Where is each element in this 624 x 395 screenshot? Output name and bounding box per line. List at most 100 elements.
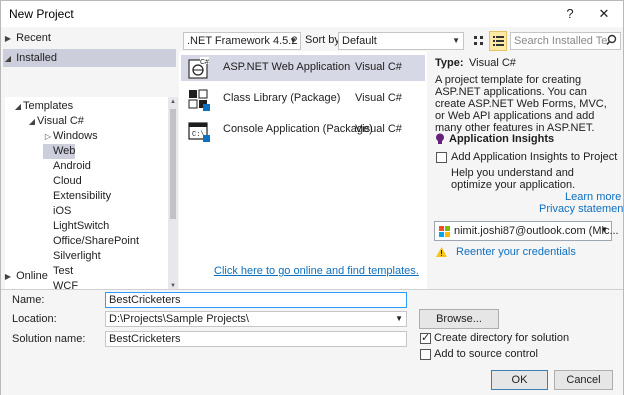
tree-item-label: Extensibility — [53, 190, 112, 202]
lightbulb-icon — [435, 133, 445, 148]
collapse-arrow-icon: ◢ — [4, 54, 12, 63]
tree-item-label: LightSwitch — [53, 220, 110, 232]
tree-item-label: Web — [53, 145, 76, 157]
search-icon[interactable] — [606, 33, 617, 52]
help-button[interactable]: ? — [559, 4, 581, 24]
template-item[interactable]: Class Library (Package) Visual C# — [181, 86, 425, 112]
tree-item-label: Cloud — [53, 175, 82, 187]
tree-item-label: Office/SharePoint — [53, 235, 140, 247]
solution-name-label: Solution name: — [12, 333, 86, 345]
list-view-icon[interactable] — [489, 31, 507, 51]
nav-installed[interactable]: ◢ Installed — [3, 49, 176, 67]
nav-installed-label: Installed — [16, 52, 58, 64]
template-name: Console Application (Package) — [223, 123, 373, 135]
tree-item-label: Windows — [53, 130, 98, 142]
chevron-down-icon: ▼ — [289, 36, 297, 45]
solution-name-input[interactable]: BestCricketers — [105, 331, 407, 347]
source-control-checkbox[interactable] — [420, 349, 431, 360]
template-description: A project template for creating ASP.NET … — [435, 74, 607, 134]
ok-button[interactable]: OK — [491, 370, 548, 390]
template-language: Visual C# — [355, 92, 402, 104]
sort-dropdown[interactable]: Default ▼ — [338, 32, 464, 50]
collapse-arrow-icon[interactable]: ◢ — [13, 99, 23, 114]
tree-item[interactable]: Silverlight — [43, 249, 101, 264]
source-control-label: Add to source control — [434, 348, 538, 360]
framework-value: .NET Framework 4.5.2 — [187, 35, 298, 47]
tree-item[interactable]: Office/SharePoint — [43, 234, 139, 249]
nav-recent[interactable]: ▶ Recent — [3, 29, 176, 47]
privacy-statement-link[interactable]: Privacy statement — [539, 203, 624, 215]
tree-item-label: Visual C# — [37, 115, 84, 127]
collapse-arrow-icon[interactable]: ◢ — [27, 114, 37, 129]
new-project-dialog: New Project ? ✕ ▶ Recent ◢ Installed ◢ Te… — [0, 0, 624, 395]
window-title: New Project — [9, 7, 74, 21]
reenter-credentials-link[interactable]: Reenter your credentials — [456, 246, 576, 258]
scroll-thumb[interactable] — [170, 109, 176, 219]
learn-more-link[interactable]: Learn more — [565, 191, 621, 203]
search-input[interactable]: Search Installed Te — [510, 32, 621, 50]
location-combobox[interactable]: D:\Projects\Sample Projects\ ▼ — [105, 311, 407, 327]
insights-help: Help you understand and optimize your ap… — [451, 167, 576, 191]
account-name: nimit.joshi87@outlook.com (Mic... — [454, 225, 619, 237]
tree-item[interactable]: ▷ Windows — [43, 129, 98, 144]
template-name: ASP.NET Web Application — [223, 61, 351, 73]
nav-online-label: Online — [16, 270, 48, 282]
project-form: Name: BestCricketers Location: D:\Projec… — [1, 289, 623, 395]
name-input[interactable]: BestCricketers — [105, 292, 407, 308]
expand-arrow-icon: ▶ — [4, 272, 12, 281]
location-label: Location: — [12, 313, 57, 325]
template-item[interactable]: C:\ Console Application (Package) Visual… — [181, 117, 425, 143]
insights-checkbox[interactable] — [436, 152, 447, 163]
nav-recent-label: Recent — [16, 32, 51, 44]
template-item[interactable]: C# ASP.NET Web Application Visual C# — [181, 55, 425, 81]
online-templates-link[interactable]: Click here to go online and find templat… — [214, 265, 419, 277]
microsoft-logo-icon — [439, 226, 450, 240]
close-button[interactable]: ✕ — [593, 4, 615, 24]
warning-icon — [436, 247, 447, 260]
scroll-up-icon[interactable]: ▲ — [168, 97, 178, 107]
type-value: Visual C# — [469, 57, 516, 69]
framework-dropdown[interactable]: .NET Framework 4.5.2 ▼ — [183, 32, 301, 50]
tree-item[interactable]: ◢ Visual C# — [27, 114, 84, 129]
template-details: Type: Visual C# A project template for c… — [429, 51, 624, 289]
insights-title: Application Insights — [449, 133, 555, 145]
search-placeholder: Search Installed Te — [514, 35, 608, 47]
cancel-button[interactable]: Cancel — [554, 370, 613, 390]
tree-scrollbar[interactable]: ▲ ▼ — [168, 97, 178, 291]
browse-button[interactable]: Browse... — [419, 309, 499, 329]
create-directory-label: Create directory for solution — [434, 332, 570, 344]
template-language: Visual C# — [355, 61, 402, 73]
template-name: Class Library (Package) — [223, 92, 341, 104]
aspnet-icon: C# — [187, 57, 209, 79]
chevron-down-icon: ▼ — [600, 225, 608, 234]
console-app-icon: C:\ — [187, 119, 210, 142]
tree-item-label: Silverlight — [53, 250, 101, 262]
expand-arrow-icon: ▶ — [4, 34, 12, 43]
svg-text:C:\: C:\ — [192, 131, 205, 139]
name-label: Name: — [12, 294, 45, 306]
sort-value: Default — [342, 35, 377, 47]
tree-item[interactable]: iOS — [43, 204, 71, 219]
chevron-down-icon: ▼ — [452, 36, 460, 45]
nav-online[interactable]: ▶ Online — [3, 267, 176, 285]
template-language: Visual C# — [355, 123, 402, 135]
create-directory-checkbox[interactable] — [420, 331, 431, 344]
svg-text:C#: C# — [200, 59, 209, 66]
title-bar: New Project ? ✕ — [1, 1, 623, 27]
templates-list: C# ASP.NET Web Application Visual C# Cla… — [179, 51, 427, 289]
account-dropdown[interactable]: nimit.joshi87@outlook.com (Mic... ▼ — [434, 221, 619, 241]
template-tree: ◢ Templates ◢ Visual C# ▷ Windows Web Android Cl… — [5, 97, 168, 291]
tree-item[interactable]: ◢ Templates — [13, 99, 73, 114]
tree-item[interactable]: Android — [43, 159, 91, 174]
location-value: D:\Projects\Sample Projects\ — [109, 313, 249, 325]
tree-item[interactable]: LightSwitch — [43, 219, 109, 234]
tree-item[interactable]: Cloud — [43, 174, 82, 189]
grid-view-icon[interactable] — [471, 32, 487, 50]
chevron-down-icon[interactable]: ▼ — [395, 312, 403, 326]
tree-item-label: Android — [53, 160, 91, 172]
tree-item-label: Templates — [23, 100, 74, 112]
tree-item[interactable]: Extensibility — [43, 189, 111, 204]
tree-item[interactable]: Web — [43, 144, 76, 159]
expand-arrow-icon[interactable]: ▷ — [43, 129, 53, 144]
class-library-icon — [187, 88, 210, 111]
